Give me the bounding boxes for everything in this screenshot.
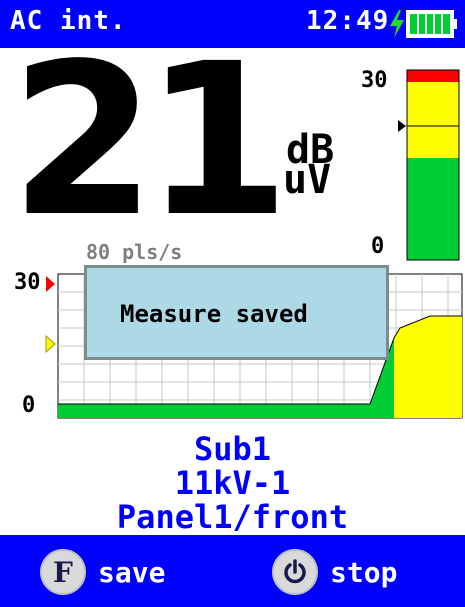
level-gauge [398,69,460,261]
max-threshold-marker-icon [46,276,55,292]
battery-full-icon [406,10,457,38]
measurement-value: 21 [10,18,290,263]
unit-label-bottom: uV [283,157,332,203]
f-key-icon: F [40,549,86,595]
save-label: save [98,555,166,589]
location-line-1: Sub1 [193,430,272,468]
lightning-bolt-icon [390,10,404,38]
location-line-3: Panel1/front [116,498,349,536]
dialog-message: Measure saved [120,300,308,328]
pulse-rate: 80 pls/s [86,240,183,264]
stop-label: stop [330,555,398,589]
graph-max-label: 30 [14,270,41,295]
warning-threshold-marker-icon [45,334,56,354]
graph-min-label: 0 [22,393,36,418]
power-icon [272,549,318,595]
gauge-max-label: 30 [361,68,388,93]
save-button[interactable]: F save [40,549,165,595]
stop-button[interactable]: stop [272,549,397,595]
gauge-pointer-icon [398,120,406,132]
clock: 12:49 [306,6,390,36]
gauge-min-label: 0 [371,234,385,259]
location-line-2: 11kV-1 [174,464,291,502]
